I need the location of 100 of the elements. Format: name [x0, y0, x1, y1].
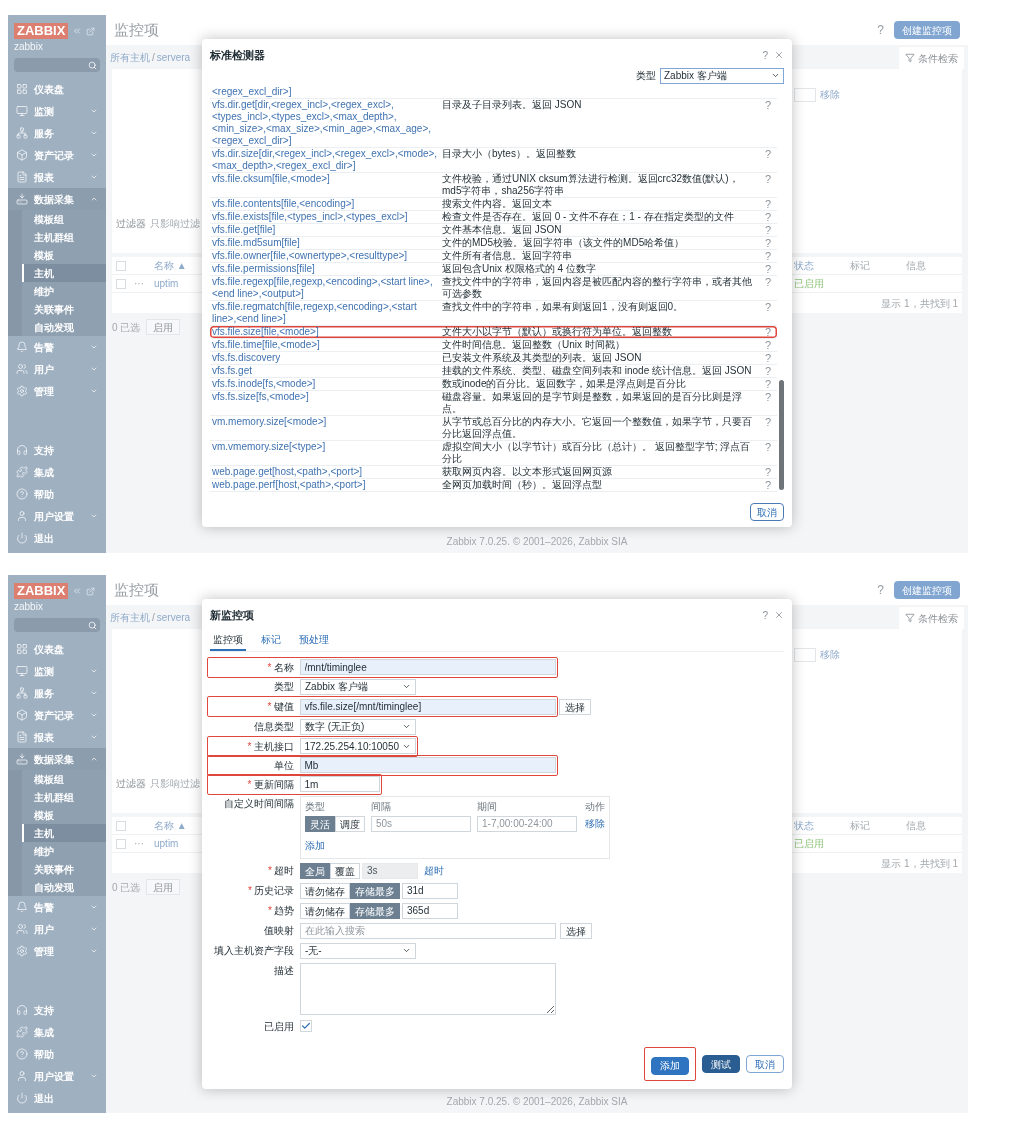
menu-item[interactable]: 告警 — [8, 896, 106, 918]
menu-item[interactable]: 管理 — [8, 940, 106, 962]
segment-option[interactable]: 灵活 — [305, 815, 335, 832]
help-mark[interactable]: ? — [761, 478, 775, 491]
remove-link[interactable]: 移除 — [583, 816, 605, 831]
help-mark[interactable]: ? — [761, 377, 775, 390]
filter-tab[interactable]: 条件检索 — [899, 47, 964, 69]
menu-item[interactable]: 数据采集 — [8, 748, 106, 770]
submenu-item[interactable]: 关联事件 — [22, 300, 106, 318]
menu-item[interactable]: 用户 — [8, 918, 106, 940]
item-key-link[interactable]: web.page.get[host,<path>,<port>] — [212, 465, 438, 478]
breadcrumb-link[interactable]: 所有主机 — [110, 609, 150, 625]
add-link[interactable]: 添加 — [305, 837, 325, 853]
popout-icon[interactable] — [86, 586, 96, 596]
status-text[interactable]: 已启用 — [794, 278, 824, 289]
item-key-link[interactable]: vfs.fs.size[fs,<mode>] — [212, 390, 438, 403]
key-row[interactable]: vm.vmemory.size[<type>] 虚拟空间大小（以字节计）或百分比（总计）。 返回整型字节; 浮点百分比 ? — [210, 440, 777, 466]
item-key-link[interactable]: vfs.file.cksum[file,<mode>] — [212, 172, 438, 185]
help-link[interactable]: ? — [762, 607, 768, 623]
item-key-link[interactable]: <regex_excl_dir>] — [212, 85, 438, 98]
key-row[interactable]: vfs.file.regexp[file,regexp,<encoding>,<start line>,<end line>,<output>] 查找文件中的字符串，返回内容是被匹配内容的整行字符串，或者其他可选参数 ? — [210, 275, 777, 301]
create-item-button[interactable]: 创建监控项 — [894, 581, 960, 599]
help-mark[interactable]: ? — [761, 364, 775, 377]
filter-tab[interactable]: 条件检索 — [899, 607, 964, 629]
search-field[interactable] — [14, 618, 100, 632]
column-header[interactable]: 状态 — [794, 258, 850, 273]
select-field[interactable]: 172.25.254.10:10050 — [299, 738, 416, 754]
description-field[interactable] — [300, 962, 556, 1015]
dialog-button[interactable]: 添加 — [651, 1056, 689, 1075]
key-row[interactable]: vfs.file.owner[file,<ownertype>,<resulttype>] 文件所有者信息。返回字符串 ? — [210, 249, 777, 263]
menu-item[interactable]: 仪表盘 — [8, 78, 106, 100]
checkbox[interactable] — [116, 820, 126, 831]
menu-item[interactable]: 监测 — [8, 100, 106, 122]
text-field[interactable]: 在此输入搜索 — [300, 922, 556, 939]
help-mark[interactable]: ? — [761, 98, 775, 111]
key-row[interactable]: vfs.file.permissions[file] 返回包含Unix 权限格式的 4 位数字 ? — [210, 262, 777, 276]
item-key-link[interactable]: web.page.perf[host,<path>,<port>] — [212, 478, 438, 491]
menu-item[interactable]: 支持 — [8, 999, 106, 1021]
remove-link[interactable]: 移除 — [820, 87, 840, 102]
filter-input[interactable] — [794, 87, 816, 102]
key-row[interactable]: vfs.fs.size[fs,<mode>] 磁盘容量。如果返回的是字节则是整数，如果返回的是百分比则是浮点。 ? — [210, 390, 777, 416]
menu-item[interactable]: 用户设置 — [8, 1065, 106, 1087]
item-key-link[interactable]: vm.vmemory.size[<type>] — [212, 440, 438, 453]
menu-item[interactable]: 支持 — [8, 439, 106, 461]
menu-item[interactable]: 用户 — [8, 358, 106, 380]
column-header[interactable]: 状态 — [794, 818, 850, 833]
interval-field[interactable]: 50s — [371, 815, 471, 832]
item-name-link[interactable]: uptim — [154, 836, 179, 851]
key-row[interactable]: vfs.dir.size[dir,<regex_incl>,<regex_excl>,<mode>,<max_depth>,<regex_excl_dir>] 目录大小（bytes）。返回整数 ? — [210, 147, 777, 173]
item-key-link[interactable]: vfs.file.get[file] — [212, 223, 438, 236]
help-mark[interactable]: ? — [761, 275, 775, 288]
submenu-item[interactable]: 模板 — [22, 246, 106, 264]
submenu-item[interactable]: 主机群组 — [22, 788, 106, 806]
breadcrumb-link[interactable]: 所有主机 — [110, 49, 150, 65]
select-field[interactable]: 数字 (无正负) — [300, 718, 416, 735]
help-mark[interactable]: ? — [761, 465, 775, 478]
text-field[interactable]: 1m — [299, 776, 380, 792]
segment-option[interactable]: 存储最多 — [350, 902, 400, 919]
checkbox[interactable] — [116, 260, 126, 271]
tab[interactable]: 监控项 — [210, 631, 246, 651]
key-row[interactable]: <regex_excl_dir>] — [210, 85, 777, 99]
help-mark[interactable]: ? — [761, 236, 775, 249]
item-key-link[interactable]: vfs.file.md5sum[file] — [212, 236, 438, 249]
submenu-item[interactable]: 主机群组 — [22, 228, 106, 246]
help-mark[interactable]: ? — [761, 172, 775, 185]
help-link[interactable]: ? — [877, 21, 884, 39]
submenu-item[interactable]: 维护 — [22, 282, 106, 300]
menu-item[interactable]: 服务 — [8, 682, 106, 704]
submenu-item[interactable]: 维护 — [22, 842, 106, 860]
key-row[interactable]: vfs.file.cksum[file,<mode>] 文件校验，通过UNIX cksum算法进行检测。返回crc32数值(默认)，md5字符串，sha256字符串 ? — [210, 172, 777, 198]
submenu-item[interactable]: 主机 — [22, 264, 106, 282]
item-key-link[interactable]: vfs.file.exists[file,<types_incl>,<types_excl>] — [212, 210, 438, 223]
key-row[interactable]: vfs.file.regmatch[file,regexp,<encoding>,<start line>,<end line>] 查找文件中的字符串，如果有则返回1，没有则返回0。 ? — [210, 300, 777, 326]
close-icon[interactable] — [774, 610, 784, 621]
item-key-link[interactable]: vm.memory.size[<mode>] — [212, 415, 438, 428]
menu-item[interactable]: 资产记录 — [8, 704, 106, 726]
key-row[interactable]: vfs.file.exists[file,<types_incl>,<types_excl>] 检查文件是否存在。返回 0 - 文件不存在；1 - 存在指定类型的文件 ? — [210, 210, 777, 224]
menu-item[interactable]: 集成 — [8, 461, 106, 483]
menu-item[interactable]: 集成 — [8, 1021, 106, 1043]
menu-item[interactable]: 退出 — [8, 1087, 106, 1109]
item-key-link[interactable]: vfs.fs.inode[fs,<mode>] — [212, 377, 438, 390]
item-key-link[interactable]: vfs.file.permissions[file] — [212, 262, 438, 275]
help-mark[interactable]: ? — [761, 390, 775, 403]
search-field[interactable] — [14, 58, 100, 72]
submenu-item[interactable]: 关联事件 — [22, 860, 106, 878]
help-mark[interactable]: ? — [761, 415, 775, 428]
column-header[interactable]: 名称 ▲ — [154, 258, 187, 273]
key-row[interactable]: web.page.get[host,<path>,<port>] 获取网页内容。以文本形式返回网页源 ? — [210, 465, 777, 479]
help-mark[interactable]: ? — [761, 210, 775, 223]
submenu-item[interactable]: 主机 — [22, 824, 106, 842]
enable-button[interactable]: 启用 — [146, 879, 181, 895]
segment-option[interactable]: 存储最多 — [350, 882, 400, 899]
item-key-link[interactable]: vfs.fs.get — [212, 364, 438, 377]
submenu-item[interactable]: 模板组 — [22, 210, 106, 228]
menu-item[interactable]: 帮助 — [8, 483, 106, 505]
menu-item[interactable]: 监测 — [8, 660, 106, 682]
breadcrumb-link[interactable]: servera — [156, 609, 191, 625]
menu-item[interactable]: 告警 — [8, 336, 106, 358]
help-link[interactable]: ? — [877, 581, 884, 599]
menu-item[interactable]: 退出 — [8, 527, 106, 549]
